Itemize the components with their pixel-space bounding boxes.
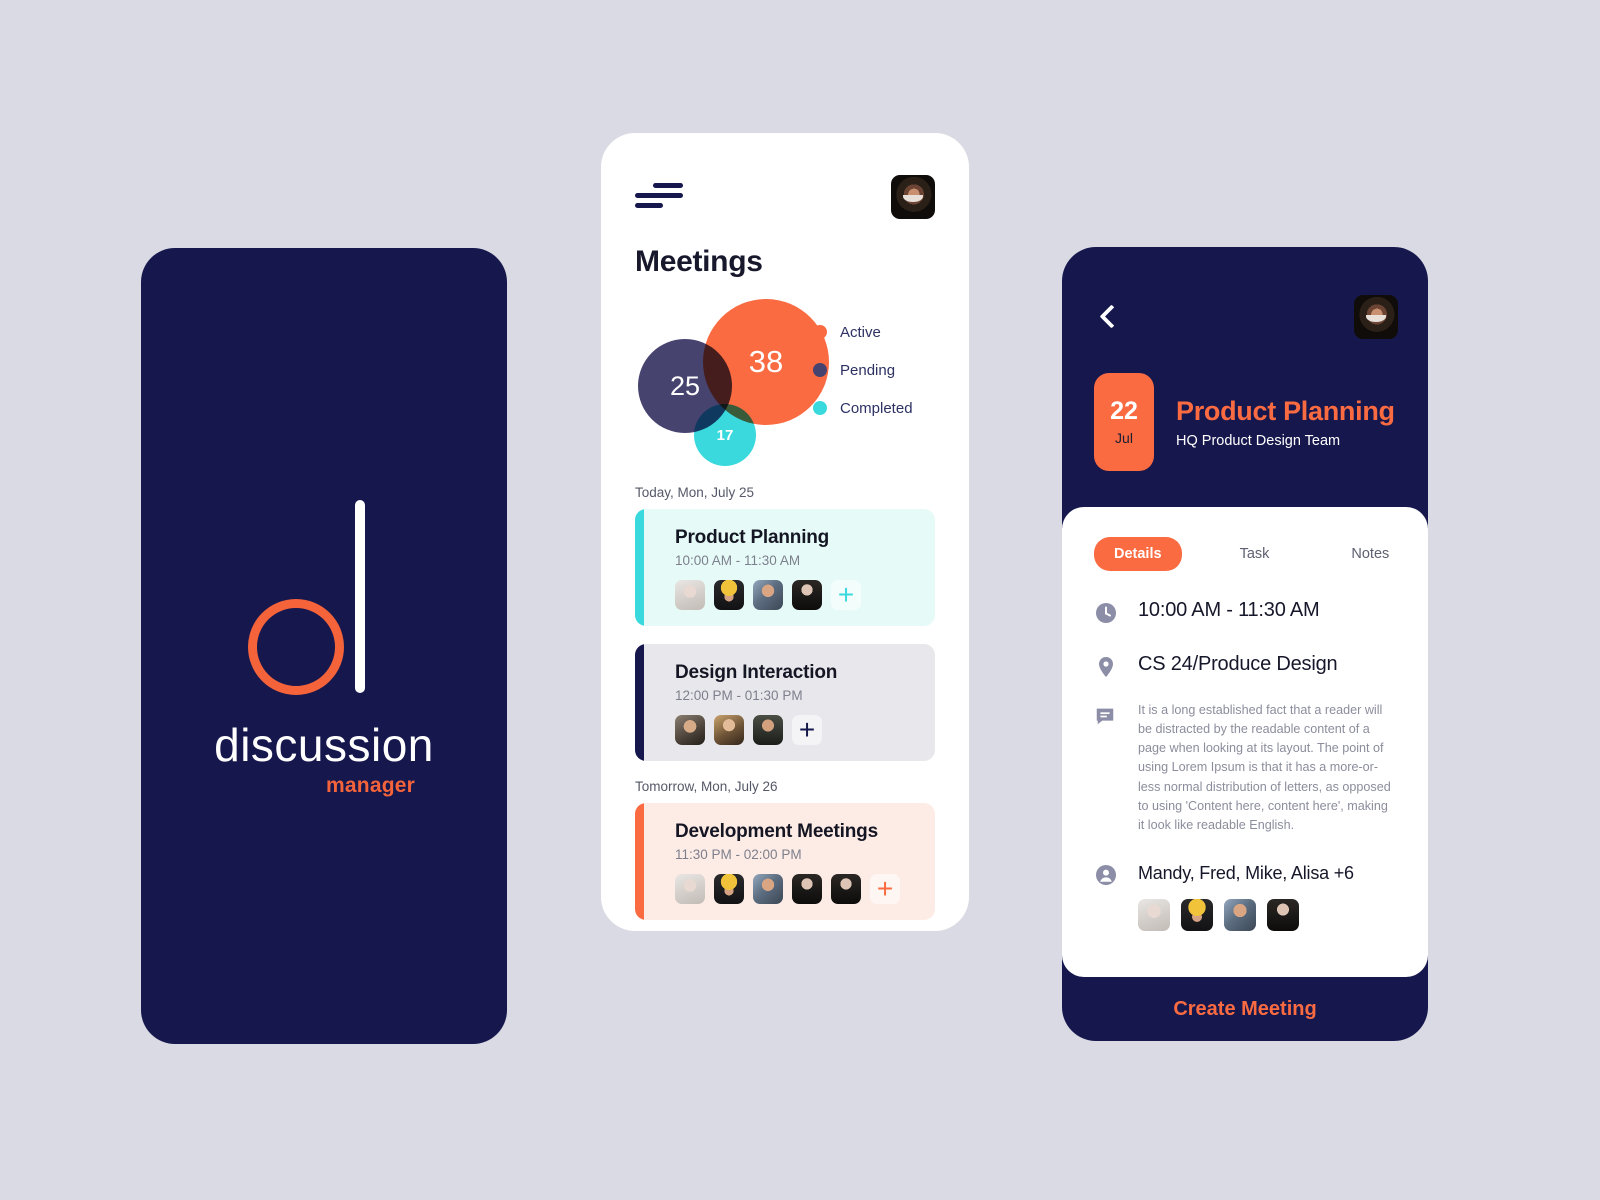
create-meeting-button[interactable]: Create Meeting (1062, 977, 1428, 1041)
detail-description-row: It is a long established fact that a rea… (1094, 703, 1396, 835)
hamburger-menu-icon[interactable] (635, 183, 683, 211)
detail-tabs: Details Task Notes (1094, 537, 1396, 571)
location-pin-icon (1094, 655, 1118, 679)
meeting-time: 12:00 PM - 01:30 PM (675, 688, 803, 703)
card-accent-stripe (635, 803, 644, 920)
attendee-avatar[interactable] (675, 874, 705, 904)
meeting-time: 11:30 PM - 02:00 PM (675, 847, 802, 862)
user-avatar[interactable] (891, 175, 935, 219)
date-day: 22 (1110, 396, 1138, 425)
detail-description: It is a long established fact that a rea… (1138, 703, 1391, 832)
attendee-avatar[interactable] (831, 874, 861, 904)
screenshot-stage: discussion manager Meetings 25 38 17 Act… (0, 0, 1600, 1200)
attendee-avatar[interactable] (1181, 898, 1213, 931)
attendee-avatar[interactable] (1267, 898, 1299, 931)
detail-people: Mandy, Fred, Mike, Alisa +6 (1138, 863, 1354, 884)
back-chevron-icon[interactable] (1096, 304, 1122, 330)
date-month: Jul (1115, 429, 1133, 446)
attendee-avatar[interactable] (1138, 898, 1170, 931)
legend-dot-pending (813, 363, 827, 377)
detail-people-avatars (1138, 898, 1396, 931)
brand-title: discussion (214, 719, 434, 771)
legend-item-pending: Pending (813, 351, 913, 389)
meeting-title: Development Meetings (675, 821, 878, 842)
letter-d-logo-icon (248, 494, 418, 704)
add-attendee-button[interactable]: + (831, 580, 861, 610)
card-accent-stripe (635, 644, 644, 761)
attendee-avatar[interactable] (1224, 898, 1256, 931)
detail-title-row: 22 Jul Product Planning HQ Product Desig… (1062, 339, 1428, 471)
detail-time-row: 10:00 AM - 11:30 AM (1094, 599, 1396, 625)
phone-meetings-screen: Meetings 25 38 17 Active Pending Complet… (601, 133, 969, 931)
detail-sheet: Details Task Notes 10:00 AM - 11:30 AM C… (1062, 507, 1428, 977)
legend-label-pending: Pending (840, 361, 896, 379)
meetings-list-tomorrow: Development Meetings 11:30 PM - 02:00 PM… (601, 803, 969, 931)
tab-details[interactable]: Details (1094, 537, 1182, 571)
detail-location: CS 24/Produce Design (1138, 653, 1338, 675)
attendee-avatar[interactable] (714, 874, 744, 904)
detail-location-row: CS 24/Produce Design (1094, 653, 1396, 679)
add-attendee-button[interactable]: + (792, 715, 822, 745)
clock-icon (1094, 601, 1118, 625)
attendee-avatar[interactable] (792, 580, 822, 610)
logo-ring (248, 599, 344, 695)
phone-splash-screen: discussion manager (141, 248, 507, 1044)
date-badge: 22 Jul (1094, 373, 1154, 471)
brand-subtitle: manager (326, 774, 415, 797)
day-group-label-today: Today, Mon, July 25 (635, 485, 755, 500)
meeting-title: Product Planning (675, 527, 830, 548)
legend-label-active: Active (840, 323, 881, 341)
meetings-header (601, 133, 969, 219)
meetings-venn-chart: 25 38 17 Active Pending Completed (601, 291, 969, 481)
person-icon (1094, 863, 1118, 887)
detail-subtitle: HQ Product Design Team (1176, 432, 1341, 449)
tab-notes[interactable]: Notes (1331, 537, 1409, 571)
day-group-label-tomorrow: Tomorrow, Mon, July 26 (635, 779, 778, 794)
attendee-avatar[interactable] (792, 874, 822, 904)
detail-time: 10:00 AM - 11:30 AM (1138, 599, 1320, 621)
comment-icon (1094, 705, 1118, 729)
detail-people-row: Mandy, Fred, Mike, Alisa +6 (1094, 861, 1396, 887)
phone-meeting-detail-screen: 22 Jul Product Planning HQ Product Desig… (1062, 247, 1428, 1041)
attendee-avatar[interactable] (753, 874, 783, 904)
meeting-card-design-interaction[interactable]: Design Interaction 12:00 PM - 01:30 PM + (635, 644, 935, 761)
attendee-avatar[interactable] (714, 715, 744, 745)
detail-title: Product Planning (1176, 395, 1395, 426)
page-title: Meetings (635, 245, 763, 278)
meeting-card-development-meetings[interactable]: Development Meetings 11:30 PM - 02:00 PM… (635, 803, 935, 920)
attendee-avatar[interactable] (753, 580, 783, 610)
meeting-time: 10:00 AM - 11:30 AM (675, 553, 801, 568)
attendee-avatar[interactable] (714, 580, 744, 610)
user-avatar[interactable] (1354, 295, 1398, 339)
legend-item-active: Active (813, 313, 913, 351)
attendee-avatar[interactable] (675, 715, 705, 745)
legend-label-completed: Completed (840, 399, 913, 417)
card-accent-stripe (635, 509, 644, 626)
attendee-avatars: + (675, 580, 913, 610)
add-attendee-button[interactable]: + (870, 874, 900, 904)
attendee-avatar[interactable] (675, 580, 705, 610)
chart-bubble-completed: 17 (694, 404, 756, 466)
detail-header (1062, 247, 1428, 339)
legend-dot-active (813, 325, 827, 339)
attendee-avatars: + (675, 715, 913, 745)
attendee-avatars: + (675, 874, 913, 904)
legend-item-completed: Completed (813, 389, 913, 427)
chart-legend: Active Pending Completed (813, 313, 913, 427)
meeting-card-product-planning[interactable]: Product Planning 10:00 AM - 11:30 AM + (635, 509, 935, 626)
tab-task[interactable]: Task (1220, 537, 1290, 571)
meeting-title: Design Interaction (675, 662, 838, 683)
logo-stem (355, 500, 365, 693)
legend-dot-completed (813, 401, 827, 415)
attendee-avatar[interactable] (753, 715, 783, 745)
meetings-list: Product Planning 10:00 AM - 11:30 AM + D… (601, 509, 969, 761)
